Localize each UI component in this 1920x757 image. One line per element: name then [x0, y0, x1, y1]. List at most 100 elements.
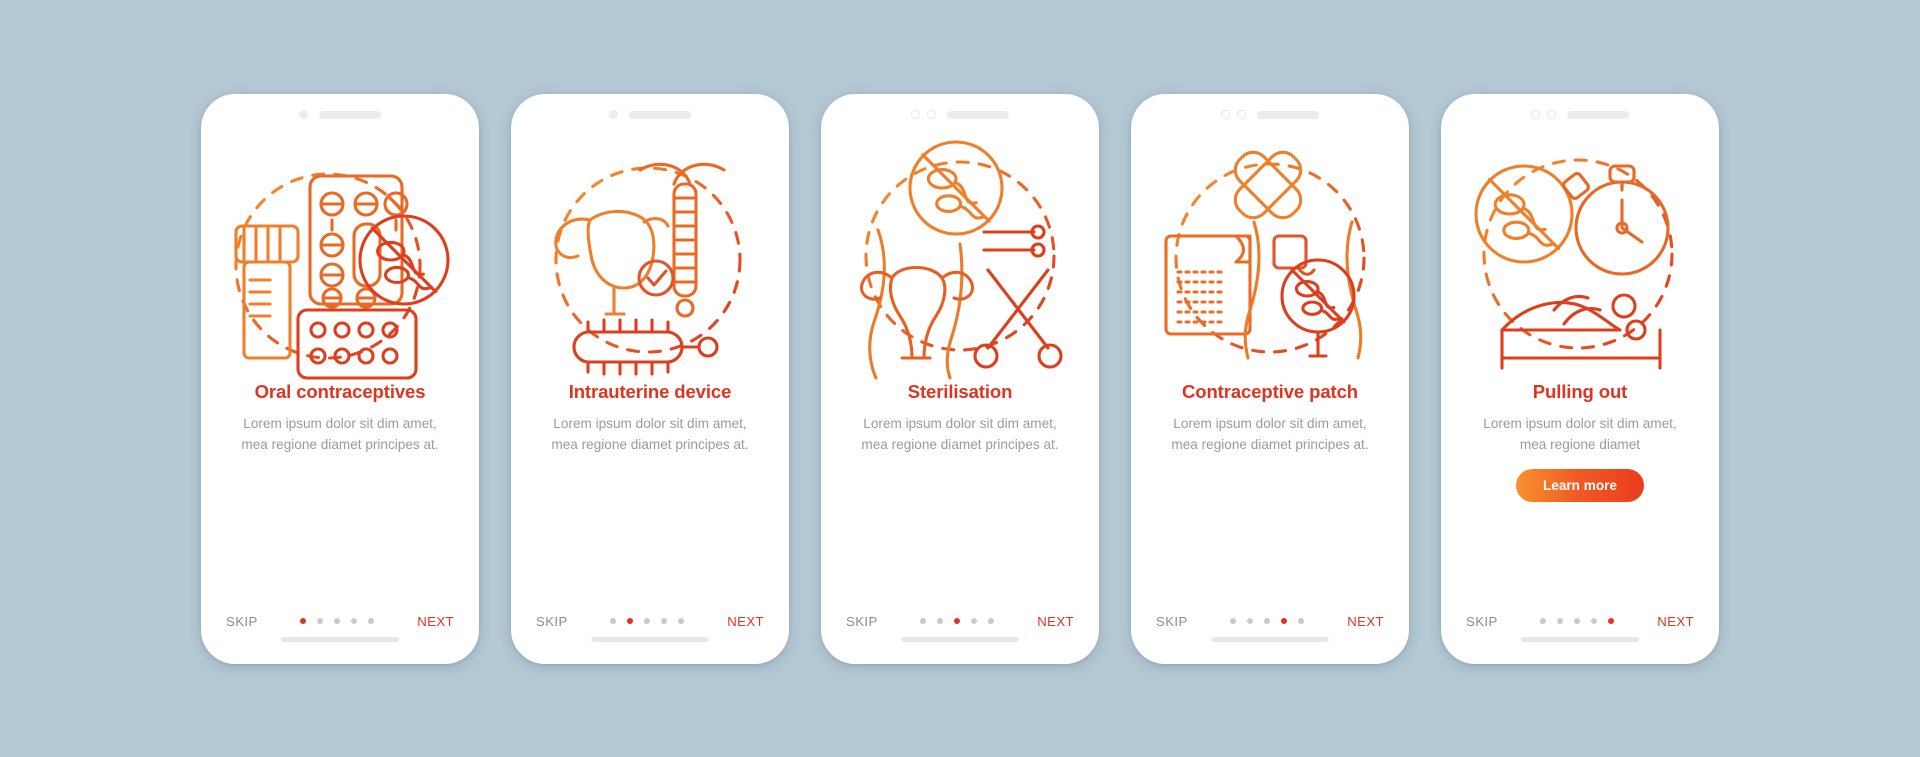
step-dot-4[interactable]	[661, 618, 668, 624]
screen-description: Lorem ipsum dolor sit dim amet, mea regi…	[861, 416, 1059, 452]
home-indicator-bar	[591, 636, 709, 642]
onboarding-nav: SKIP NEXT	[1149, 614, 1391, 629]
phone-screen-2: Intrauterine device Lorem ipsum dolor sit…	[511, 93, 789, 664]
speaker-bar-icon	[319, 110, 381, 119]
next-button[interactable]: NEXT	[727, 614, 764, 629]
home-indicator-bar	[1211, 636, 1329, 642]
step-indicator-dots	[920, 618, 995, 624]
onboarding-nav: SKIP NEXT	[839, 614, 1081, 629]
camera-dot-icon	[1221, 110, 1230, 119]
screen-title: Pulling out	[1532, 380, 1628, 402]
pill-tray-icon	[296, 307, 418, 380]
step-dot-5[interactable]	[988, 618, 995, 624]
phone-notch	[529, 94, 771, 136]
contraceptive-patch-illustration	[1148, 132, 1392, 378]
skip-button[interactable]: SKIP	[1466, 614, 1498, 629]
phone-screen-4: Contraceptive patch Lorem ipsum dolor sit…	[1131, 93, 1409, 664]
camera-dot-icon	[911, 110, 920, 119]
step-indicator-dots	[610, 618, 685, 624]
onboarding-nav: SKIP NEXT	[1459, 614, 1701, 629]
speaker-bar-icon	[947, 110, 1009, 119]
step-indicator-dots	[1540, 618, 1615, 624]
skip-button[interactable]: SKIP	[226, 614, 258, 629]
dashed-circle-decoration	[554, 165, 742, 354]
step-indicator-dots	[300, 618, 375, 624]
oral-contraceptives-illustration	[218, 132, 462, 380]
oral-contraceptives-illustration	[234, 171, 450, 380]
learn-more-button[interactable]: Learn more	[1515, 468, 1645, 502]
screen-description: Lorem ipsum dolor sit dim amet, mea regi…	[1483, 416, 1677, 452]
contraceptive-implant-icon	[572, 317, 719, 376]
step-dot-5-active[interactable]	[1608, 618, 1615, 624]
screen-description: Lorem ipsum dolor sit dim amet, mea regi…	[551, 416, 749, 452]
phone-notch	[1459, 94, 1701, 136]
step-dot-4[interactable]	[1591, 618, 1598, 624]
next-button[interactable]: NEXT	[1037, 614, 1074, 629]
screen-title: Contraceptive patch	[1182, 380, 1358, 402]
skip-button[interactable]: SKIP	[536, 614, 568, 629]
step-dot-4-active[interactable]	[1281, 618, 1288, 624]
skip-button[interactable]: SKIP	[846, 614, 878, 629]
step-dot-5[interactable]	[368, 618, 375, 624]
pill-bottle-icon	[234, 223, 300, 360]
camera-dot-icon	[1531, 110, 1540, 119]
step-dot-1[interactable]	[1230, 618, 1237, 624]
step-dot-2[interactable]	[1557, 618, 1564, 624]
step-indicator-dots	[1230, 618, 1305, 624]
sterilisation-illustration	[859, 139, 1063, 380]
step-dot-4[interactable]	[971, 618, 978, 624]
step-dot-2-active[interactable]	[627, 618, 634, 624]
step-dot-2[interactable]	[1247, 618, 1254, 624]
sterilisation-illustration	[838, 132, 1082, 380]
onboarding-screens-row: Oral contraceptives Lorem ipsum dolor sit…	[201, 93, 1719, 664]
female-body-silhouette-icon	[868, 227, 964, 380]
intrauterine-device-illustration	[528, 132, 772, 378]
step-dot-2[interactable]	[317, 618, 324, 624]
step-dot-5[interactable]	[678, 618, 685, 624]
screen-description: Lorem ipsum dolor sit dim amet, mea regi…	[241, 416, 439, 452]
camera-dot-icon	[299, 110, 308, 119]
next-button[interactable]: NEXT	[417, 614, 454, 629]
screen-title: Oral contraceptives	[254, 380, 426, 402]
step-dot-1[interactable]	[920, 618, 927, 624]
surgical-tools-icon	[982, 223, 1046, 258]
phone-screen-1: Oral contraceptives Lorem ipsum dolor sit…	[201, 93, 479, 664]
step-dot-1[interactable]	[610, 618, 617, 624]
phone-notch	[1149, 94, 1391, 136]
phone-screen-5: Pulling out Lorem ipsum dolor sit dim ame…	[1441, 93, 1719, 664]
adhesive-patch-cross-icon	[1233, 150, 1303, 219]
next-button[interactable]: NEXT	[1657, 614, 1694, 629]
home-indicator-bar	[281, 636, 399, 642]
dashed-circle-decoration	[1174, 161, 1366, 354]
camera-dot-icon	[927, 110, 936, 119]
step-dot-3[interactable]	[334, 618, 341, 624]
camera-dot-icon	[1237, 110, 1246, 119]
step-dot-1-active[interactable]	[300, 618, 307, 624]
step-dot-4[interactable]	[351, 618, 358, 624]
screen-title: Intrauterine device	[568, 380, 732, 402]
speaker-bar-icon	[1257, 110, 1319, 119]
step-dot-3-active[interactable]	[954, 618, 961, 624]
next-button[interactable]: NEXT	[1347, 614, 1384, 629]
step-dot-3[interactable]	[1574, 618, 1581, 624]
onboarding-nav: SKIP NEXT	[529, 614, 771, 629]
skip-button[interactable]: SKIP	[1156, 614, 1188, 629]
phone-notch	[219, 94, 461, 136]
home-indicator-bar	[901, 636, 1019, 642]
phone-screen-3: Sterilisation Lorem ipsum dolor sit dim a…	[821, 93, 1099, 664]
step-dot-3[interactable]	[1264, 618, 1271, 624]
pulling-out-illustration	[1458, 132, 1702, 378]
no-sperm-icon	[908, 139, 1004, 236]
screen-description: Lorem ipsum dolor sit dim amet, mea regi…	[1171, 416, 1369, 452]
no-sperm-icon	[358, 213, 450, 306]
step-dot-1[interactable]	[1540, 618, 1547, 624]
screen-title: Sterilisation	[907, 380, 1013, 402]
step-dot-3[interactable]	[644, 618, 651, 624]
phone-notch	[839, 94, 1081, 136]
step-dot-2[interactable]	[937, 618, 944, 624]
step-dot-5[interactable]	[1298, 618, 1305, 624]
home-indicator-bar	[1521, 636, 1639, 642]
intrauterine-device-illustration	[554, 162, 742, 376]
no-sperm-icon	[1280, 257, 1356, 334]
couple-in-bed-icon	[1500, 292, 1662, 370]
